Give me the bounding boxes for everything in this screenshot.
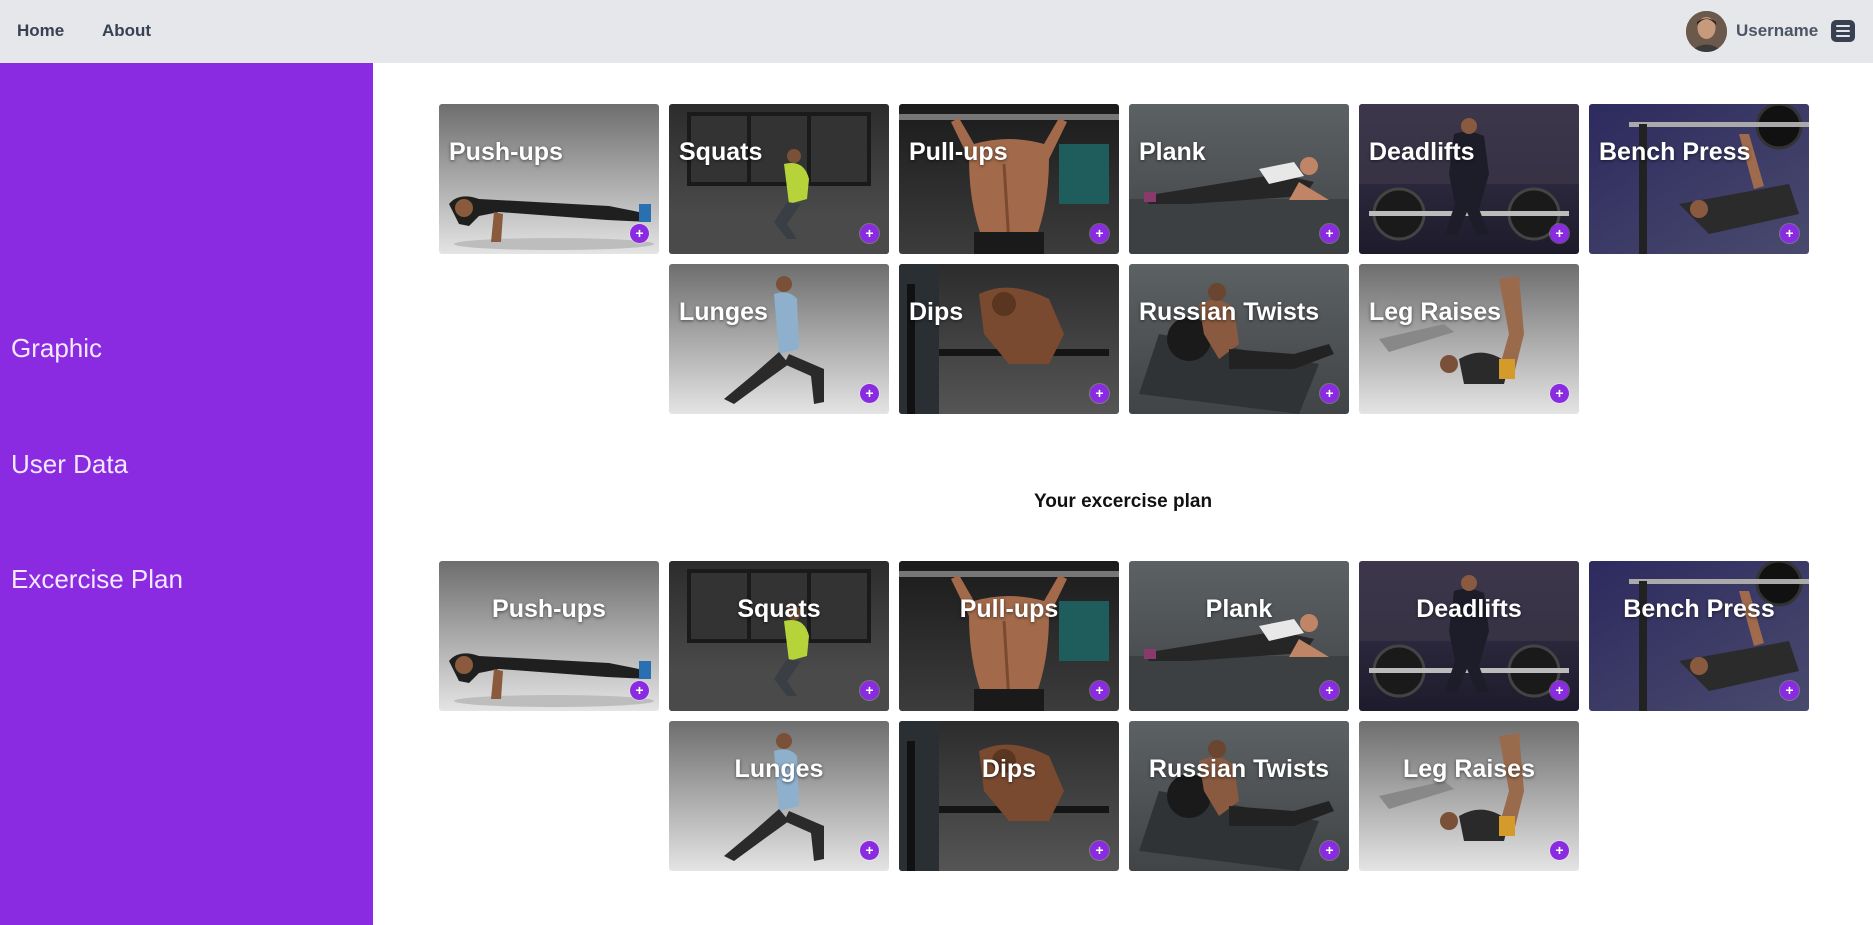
squats-image (669, 104, 889, 254)
sidebar-item-excercise-plan[interactable]: Excercise Plan (11, 564, 183, 595)
add-exercise-button[interactable]: + (1780, 224, 1799, 243)
add-exercise-button[interactable]: + (1550, 384, 1569, 403)
plan-card-label: Push-ups (492, 595, 606, 623)
exercise-card-label: Deadlifts (1369, 138, 1475, 166)
exercise-card-bench-press[interactable]: Bench Press + (1589, 104, 1809, 254)
plan-card-push-ups[interactable]: Push-ups + (439, 561, 659, 711)
add-exercise-button[interactable]: + (1090, 681, 1109, 700)
exercise-card-label: Lunges (679, 298, 768, 326)
add-exercise-button[interactable]: + (630, 224, 649, 243)
add-exercise-button[interactable]: + (860, 841, 879, 860)
sidebar: Graphic User Data Excercise Plan (0, 63, 373, 925)
exercise-card-russian-twists[interactable]: Russian Twists + (1129, 264, 1349, 414)
add-exercise-button[interactable]: + (1550, 681, 1569, 700)
pull-ups-image (899, 104, 1119, 254)
exercise-card-label: Russian Twists (1139, 298, 1320, 326)
add-exercise-button[interactable]: + (1090, 841, 1109, 860)
pull-ups-image (899, 561, 1119, 711)
exercise-card-plank[interactable]: Plank + (1129, 104, 1349, 254)
exercise-card-label: Plank (1139, 138, 1206, 166)
add-exercise-button[interactable]: + (1090, 384, 1109, 403)
plan-card-label: Leg Raises (1402, 755, 1535, 783)
plan-title: Your excercise plan (1033, 491, 1213, 512)
sidebar-item-graphic[interactable]: Graphic (11, 333, 102, 364)
add-exercise-button[interactable]: + (1320, 681, 1339, 700)
deadlifts-image (1359, 561, 1579, 711)
user-avatar-icon (1686, 11, 1727, 52)
plan-card-label: Deadlifts (1416, 595, 1522, 623)
add-exercise-button[interactable]: + (1090, 224, 1109, 243)
exercise-card-pull-ups[interactable]: Pull-ups + (899, 104, 1119, 254)
add-exercise-button[interactable]: + (1780, 681, 1799, 700)
dips-image (899, 264, 1119, 414)
exercise-card-squats[interactable]: Squats + (669, 104, 889, 254)
sidebar-item-user-data[interactable]: User Data (11, 449, 128, 480)
leg-raises-image (1359, 721, 1579, 871)
add-exercise-button[interactable]: + (1550, 224, 1569, 243)
push-ups-image (439, 104, 659, 254)
plan-card-label: Squats (737, 595, 821, 623)
lunges-image (669, 264, 889, 414)
add-exercise-button[interactable]: + (630, 681, 649, 700)
nav-home-link[interactable]: Home (17, 21, 64, 41)
add-exercise-button[interactable]: + (1550, 841, 1569, 860)
plan-card-deadlifts[interactable]: Deadlifts + (1359, 561, 1579, 711)
plan-card-label: Plank (1205, 595, 1273, 623)
plan-card-label: Pull-ups (959, 595, 1059, 623)
add-exercise-button[interactable]: + (860, 681, 879, 700)
username-label[interactable]: Username (1736, 21, 1818, 41)
exercise-card-dips[interactable]: Dips + (899, 264, 1119, 414)
plank-image (1129, 104, 1349, 254)
plan-card-leg-raises[interactable]: Leg Raises + (1359, 721, 1579, 871)
plan-card-squats[interactable]: Squats + (669, 561, 889, 711)
plan-card-bench-press[interactable]: Bench Press + (1589, 561, 1809, 711)
lunges-image (669, 721, 889, 871)
top-navbar: Home About Username (0, 0, 1873, 63)
plan-card-label: Lunges (734, 755, 824, 783)
exercise-card-push-ups[interactable]: Push-ups + (439, 104, 659, 254)
bench-press-image (1589, 104, 1809, 254)
exercise-card-label: Pull-ups (909, 138, 1008, 166)
plan-card-plank[interactable]: Plank + (1129, 561, 1349, 711)
add-exercise-button[interactable]: + (860, 384, 879, 403)
exercise-card-label: Push-ups (449, 138, 563, 166)
exercise-card-lunges[interactable]: Lunges + (669, 264, 889, 414)
exercise-card-label: Bench Press (1599, 138, 1751, 166)
hamburger-icon[interactable] (1831, 20, 1855, 42)
push-ups-image (439, 561, 659, 711)
plan-card-russian-twists[interactable]: Russian Twists + (1129, 721, 1349, 871)
russian-twists-image (1129, 264, 1349, 414)
plan-card-label: Bench Press (1623, 595, 1775, 623)
plan-card-label: Dips (981, 755, 1037, 783)
russian-twists-image (1129, 721, 1349, 871)
plan-card-label: Russian Twists (1148, 755, 1330, 783)
leg-raises-image (1359, 264, 1579, 414)
add-exercise-button[interactable]: + (1320, 384, 1339, 403)
plan-card-dips[interactable]: Dips + (899, 721, 1119, 871)
exercise-card-label: Leg Raises (1369, 298, 1502, 326)
plan-card-pull-ups[interactable]: Pull-ups + (899, 561, 1119, 711)
plank-image (1129, 561, 1349, 711)
squats-image (669, 561, 889, 711)
nav-about-link[interactable]: About (102, 21, 151, 41)
deadlifts-image (1359, 104, 1579, 254)
exercise-card-label: Squats (679, 138, 763, 166)
dips-image (899, 721, 1119, 871)
exercise-card-label: Dips (909, 298, 964, 326)
exercise-card-leg-raises[interactable]: Leg Raises + (1359, 264, 1579, 414)
user-avatar[interactable] (1686, 11, 1727, 52)
plan-card-lunges[interactable]: Lunges + (669, 721, 889, 871)
add-exercise-button[interactable]: + (1320, 224, 1339, 243)
add-exercise-button[interactable]: + (1320, 841, 1339, 860)
exercise-card-deadlifts[interactable]: Deadlifts + (1359, 104, 1579, 254)
add-exercise-button[interactable]: + (860, 224, 879, 243)
bench-press-image (1589, 561, 1809, 711)
